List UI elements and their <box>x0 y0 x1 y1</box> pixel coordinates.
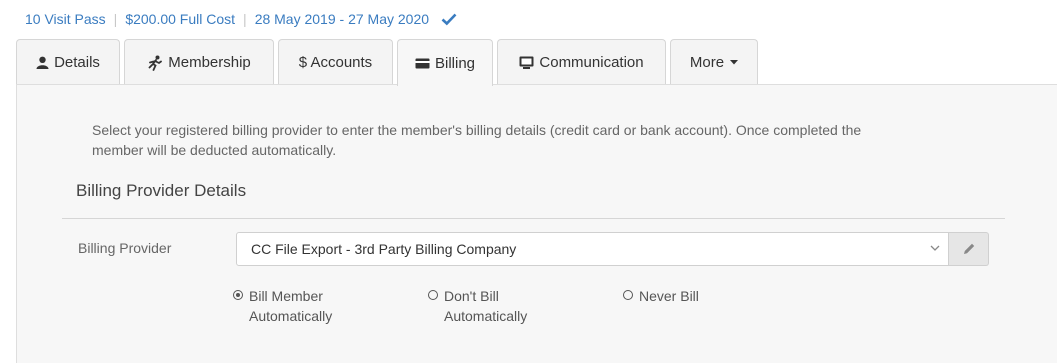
radio-circle[interactable] <box>428 290 438 300</box>
running-person-icon <box>147 55 163 71</box>
monitor-icon <box>519 56 534 69</box>
credit-card-icon <box>415 58 430 69</box>
billing-provider-select[interactable]: CC File Export - 3rd Party Billing Compa… <box>236 232 949 266</box>
check-icon <box>441 13 457 26</box>
radio-circle[interactable] <box>623 290 633 300</box>
radio-circle[interactable] <box>233 290 243 300</box>
pencil-icon <box>963 243 974 254</box>
intro-line: Select your registered billing provider … <box>92 122 862 138</box>
user-icon <box>36 56 49 69</box>
dates-link[interactable]: 28 May 2019 - 27 May 2020 <box>255 11 429 27</box>
radio-label-line: Automatically <box>249 308 333 324</box>
intro-line: member will be deducted automatically. <box>92 142 337 158</box>
tab-label: Details <box>54 54 100 71</box>
summary-separator: | <box>113 11 118 27</box>
tab-membership[interactable]: Membership <box>124 39 274 85</box>
radio-label-line: Bill Member <box>249 288 323 304</box>
tab-billing[interactable]: Billing <box>397 39 493 86</box>
radio-label-line: Don't Bill <box>444 288 499 304</box>
billing-provider-label: Billing Provider <box>78 240 172 256</box>
radio-label: Don't Bill Automatically <box>444 286 527 326</box>
radio-label-line: Never Bill <box>639 288 699 304</box>
radio-bill-member-automatically[interactable]: Bill Member Automatically <box>233 286 332 326</box>
tab-more[interactable]: More <box>670 39 758 85</box>
section-title: Billing Provider Details <box>76 181 247 200</box>
caret-down-icon <box>730 60 739 65</box>
section-divider <box>62 218 1005 219</box>
tab-label: More <box>689 54 725 71</box>
radio-label: Never Bill <box>639 286 699 306</box>
radio-never-bill[interactable]: Never Bill <box>623 286 699 306</box>
tab-label: $ Accounts <box>298 54 373 71</box>
tab-label: Membership <box>168 54 251 71</box>
tab-communication[interactable]: Communication <box>497 39 666 85</box>
member-tabs: Details Membership $ Accounts Billing Co… <box>16 39 762 86</box>
edit-provider-button[interactable] <box>949 232 989 266</box>
chevron-down-icon <box>930 245 940 251</box>
tab-label: Billing <box>434 54 476 72</box>
billing-intro: Select your registered billing provider … <box>92 120 972 160</box>
radio-dont-bill-automatically[interactable]: Don't Bill Automatically <box>428 286 527 326</box>
pass-link[interactable]: 10 Visit Pass <box>25 11 106 27</box>
radio-label: Bill Member Automatically <box>249 286 332 326</box>
tab-label: Communication <box>539 54 644 71</box>
membership-summary: 10 Visit Pass | $200.00 Full Cost | 28 M… <box>25 11 457 27</box>
cost-link[interactable]: $200.00 Full Cost <box>125 11 235 27</box>
tab-accounts[interactable]: $ Accounts <box>278 39 393 85</box>
billing-provider-value: CC File Export - 3rd Party Billing Compa… <box>251 241 517 257</box>
tab-details[interactable]: Details <box>16 39 120 85</box>
summary-separator: | <box>243 11 247 27</box>
radio-label-line: Automatically <box>444 308 528 324</box>
